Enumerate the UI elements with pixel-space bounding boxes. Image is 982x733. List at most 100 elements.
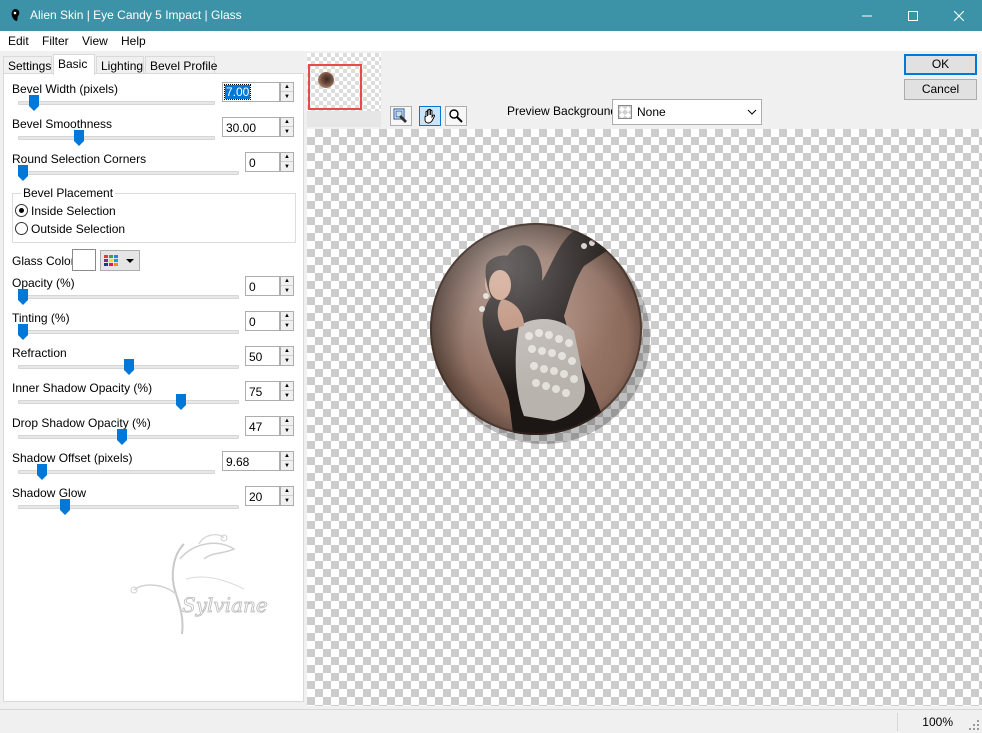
inner-shadow-input[interactable]: 75 — [245, 381, 280, 401]
zoom-tool-button[interactable] — [445, 106, 467, 126]
shadow-glow-input[interactable]: 20 — [245, 486, 280, 506]
tab-bevel-profile[interactable]: Bevel Profile — [145, 56, 217, 74]
tinting-value: 0 — [249, 315, 256, 329]
bevel-width-slider-thumb[interactable] — [29, 95, 40, 112]
refraction-input[interactable]: 50 — [245, 346, 280, 366]
inner-shadow-label: Inner Shadow Opacity (%) — [12, 381, 153, 395]
opacity-slider-thumb[interactable] — [18, 289, 28, 306]
shadow-offset-spinner[interactable]: ▲ ▼ — [280, 451, 294, 471]
bevel-width-spinner[interactable]: ▲ ▼ — [280, 82, 294, 102]
maximize-icon — [908, 10, 918, 21]
hand-icon — [424, 108, 436, 124]
inside-selection-radio[interactable] — [15, 204, 28, 217]
tab-lighting[interactable]: Lighting — [96, 56, 144, 74]
shadow-offset-label: Shadow Offset (pixels) — [12, 451, 133, 465]
outside-selection-label[interactable]: Outside Selection — [31, 222, 125, 236]
glass-color-label: Glass Color — [12, 254, 75, 268]
menu-edit[interactable]: Edit — [8, 34, 29, 48]
inner-shadow-slider-thumb[interactable] — [176, 394, 187, 411]
opacity-value: 0 — [249, 280, 256, 294]
shadow-offset-track[interactable] — [18, 470, 215, 474]
bevel-smoothness-track[interactable] — [18, 136, 215, 140]
shadow-offset-input[interactable]: 9.68 — [222, 451, 280, 471]
drop-shadow-spinner[interactable]: ▲ ▼ — [280, 416, 294, 436]
inner-shadow-spinner[interactable]: ▲ ▼ — [280, 381, 294, 401]
inside-selection-label[interactable]: Inside Selection — [31, 204, 116, 218]
bevel-width-track[interactable] — [18, 101, 215, 105]
navigate-tool-button[interactable] — [390, 106, 412, 126]
tinting-slider-thumb[interactable] — [18, 324, 28, 341]
opacity-spinner[interactable]: ▲ ▼ — [280, 276, 294, 296]
tab-basic[interactable]: Basic — [53, 54, 95, 75]
tinting-input[interactable]: 0 — [245, 311, 280, 331]
minimize-button[interactable] — [844, 0, 890, 31]
color-picker-button[interactable] — [100, 250, 140, 271]
tinting-track[interactable] — [18, 330, 239, 334]
bevel-smoothness-label: Bevel Smoothness — [12, 117, 113, 131]
drop-shadow-input[interactable]: 47 — [245, 416, 280, 436]
glass-effect-preview — [430, 223, 650, 444]
shadow-offset-slider-thumb[interactable] — [36, 464, 47, 481]
menu-filter[interactable]: Filter — [42, 34, 69, 48]
bevel-width-input[interactable]: 7.00 — [222, 82, 280, 102]
window-title: Alien Skin | Eye Candy 5 Impact | Glass — [30, 8, 242, 22]
menu-bar: Edit Filter View Help — [0, 31, 982, 51]
hand-tool-button[interactable] — [419, 106, 441, 126]
ok-button[interactable]: OK — [904, 54, 977, 75]
round-corners-label: Round Selection Corners — [12, 152, 147, 166]
shadow-glow-value: 20 — [249, 490, 263, 504]
navigator-viewport-rect[interactable] — [308, 64, 362, 110]
inner-shadow-value: 75 — [249, 385, 263, 399]
preview-background-value: None — [637, 105, 666, 119]
bevel-width-value: 7.00 — [223, 84, 252, 100]
zoom-icon — [449, 109, 463, 123]
drop-shadow-slider-thumb[interactable] — [117, 429, 128, 446]
round-corners-spinner[interactable]: ▲ ▼ — [280, 152, 294, 172]
navigator-preview-image — [318, 72, 334, 88]
round-corners-value: 0 — [249, 156, 256, 170]
menu-help[interactable]: Help — [121, 34, 146, 48]
preview-background-select[interactable]: None — [612, 99, 762, 125]
bevel-smoothness-spinner[interactable]: ▲ ▼ — [280, 117, 294, 137]
cancel-button[interactable]: Cancel — [904, 79, 977, 100]
tab-settings[interactable]: Settings — [3, 56, 52, 74]
size-grip-icon[interactable] — [968, 719, 980, 731]
shadow-glow-label: Shadow Glow — [12, 486, 87, 500]
tinting-spinner[interactable]: ▲ ▼ — [280, 311, 294, 331]
glass-color-swatch[interactable] — [72, 249, 96, 271]
round-corners-input[interactable]: 0 — [245, 152, 280, 172]
navigate-icon — [393, 108, 407, 123]
drop-shadow-track[interactable] — [18, 435, 239, 439]
inner-shadow-track[interactable] — [18, 400, 239, 404]
basic-settings-panel: Bevel Width (pixels) 7.00 ▲ ▼ Bevel Smoot… — [3, 73, 304, 702]
bevel-smoothness-slider-thumb[interactable] — [74, 130, 85, 147]
bevel-smoothness-value: 30.00 — [226, 121, 257, 135]
refraction-spinner[interactable]: ▲ ▼ — [280, 346, 294, 366]
close-icon — [954, 10, 964, 21]
shadow-glow-spinner[interactable]: ▲ ▼ — [280, 486, 294, 506]
app-icon — [11, 9, 20, 21]
shadow-glow-track[interactable] — [18, 505, 239, 509]
minimize-icon — [862, 15, 872, 16]
opacity-input[interactable]: 0 — [245, 276, 280, 296]
close-button[interactable] — [936, 0, 982, 31]
maximize-button[interactable] — [890, 0, 936, 31]
bevel-smoothness-input[interactable]: 30.00 — [222, 117, 280, 137]
watermark-logo: Sylviane — [130, 534, 268, 635]
zoom-level: 100% — [922, 715, 953, 729]
menu-view[interactable]: View — [82, 34, 108, 48]
tinting-label: Tinting (%) — [12, 311, 70, 325]
outside-selection-radio[interactable] — [15, 222, 28, 235]
shadow-glow-slider-thumb[interactable] — [60, 499, 71, 516]
round-corners-track[interactable] — [18, 171, 239, 175]
watermark-text: Sylviane — [182, 593, 268, 617]
bevel-width-label: Bevel Width (pixels) — [12, 82, 119, 96]
navigator-thumbnail[interactable] — [307, 53, 381, 127]
bevel-placement-legend: Bevel Placement — [21, 186, 116, 200]
round-corners-slider-thumb[interactable] — [18, 165, 28, 182]
color-grid-icon — [104, 255, 134, 266]
opacity-track[interactable] — [18, 295, 239, 299]
status-bar: 100% — [0, 709, 982, 733]
refraction-slider-thumb[interactable] — [123, 359, 134, 376]
preview-canvas[interactable] — [307, 129, 982, 706]
